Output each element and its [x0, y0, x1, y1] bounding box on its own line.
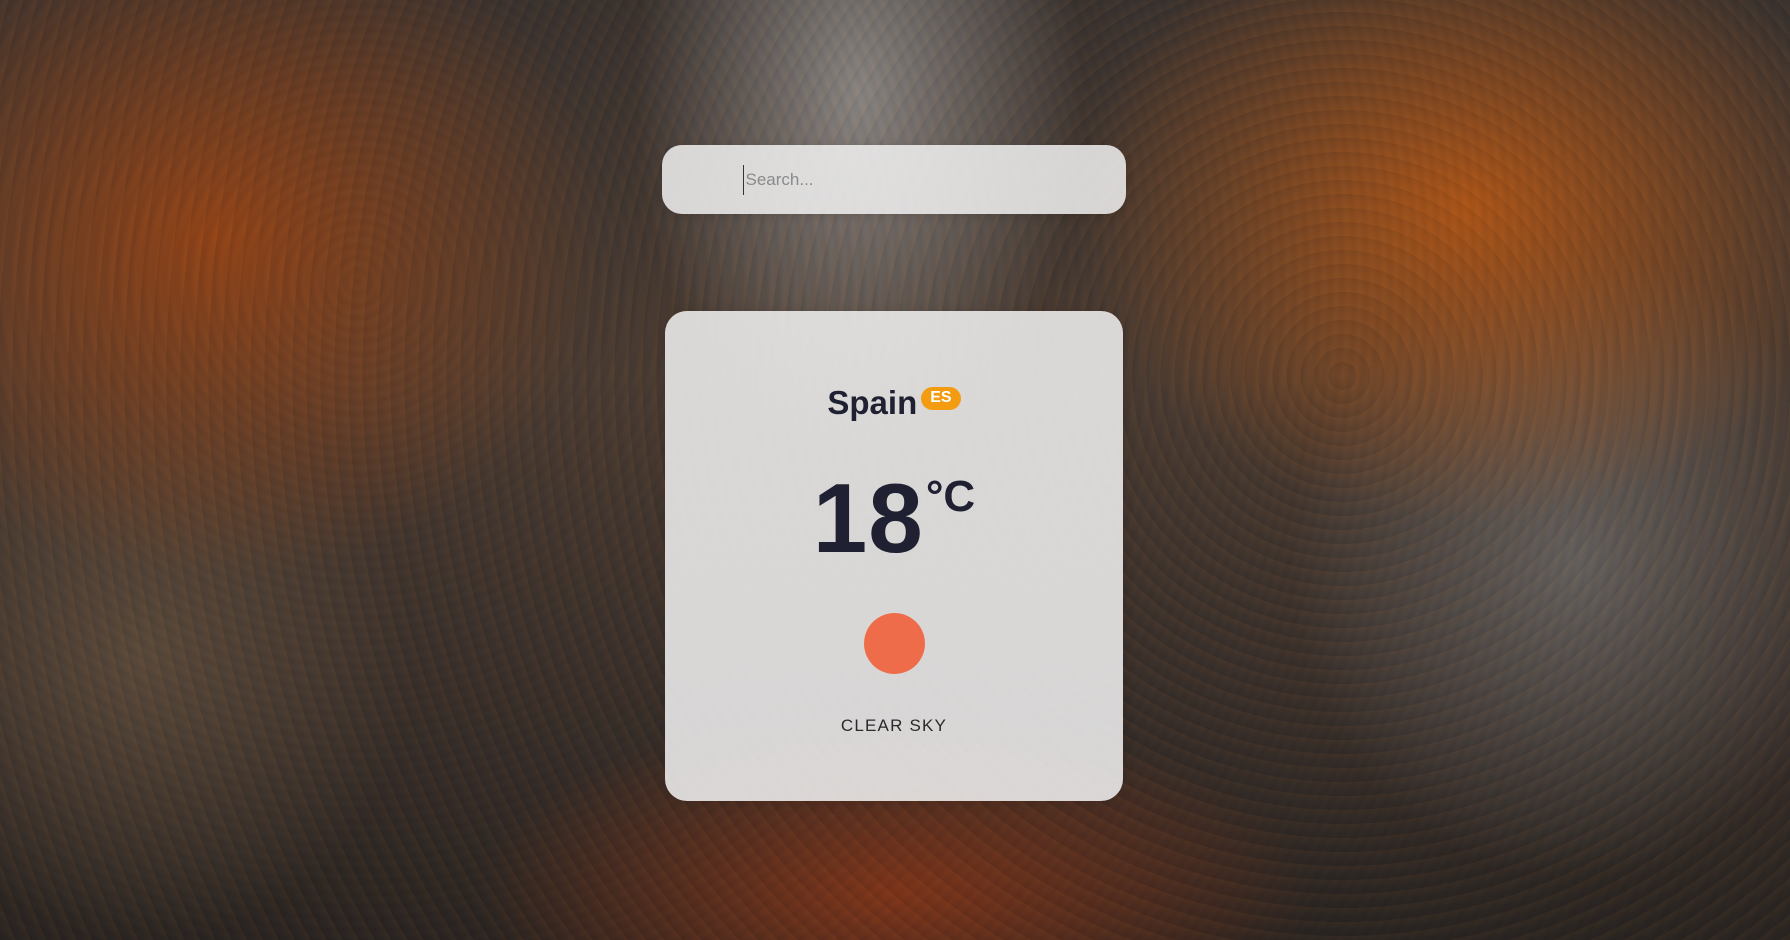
- search-bar[interactable]: [662, 145, 1126, 214]
- temperature-value: 18: [812, 463, 924, 573]
- city-name: Spain: [827, 384, 918, 421]
- temperature-display: 18°C: [665, 469, 1123, 567]
- search-input[interactable]: [742, 164, 1046, 195]
- weather-card: Spain ES 18°C CLEAR SKY: [665, 311, 1123, 801]
- location-header: Spain ES: [665, 386, 1123, 422]
- temperature-unit: °C: [925, 472, 976, 521]
- country-badge: ES: [921, 387, 961, 410]
- sun-icon: [864, 613, 925, 674]
- weather-description: CLEAR SKY: [840, 716, 948, 735]
